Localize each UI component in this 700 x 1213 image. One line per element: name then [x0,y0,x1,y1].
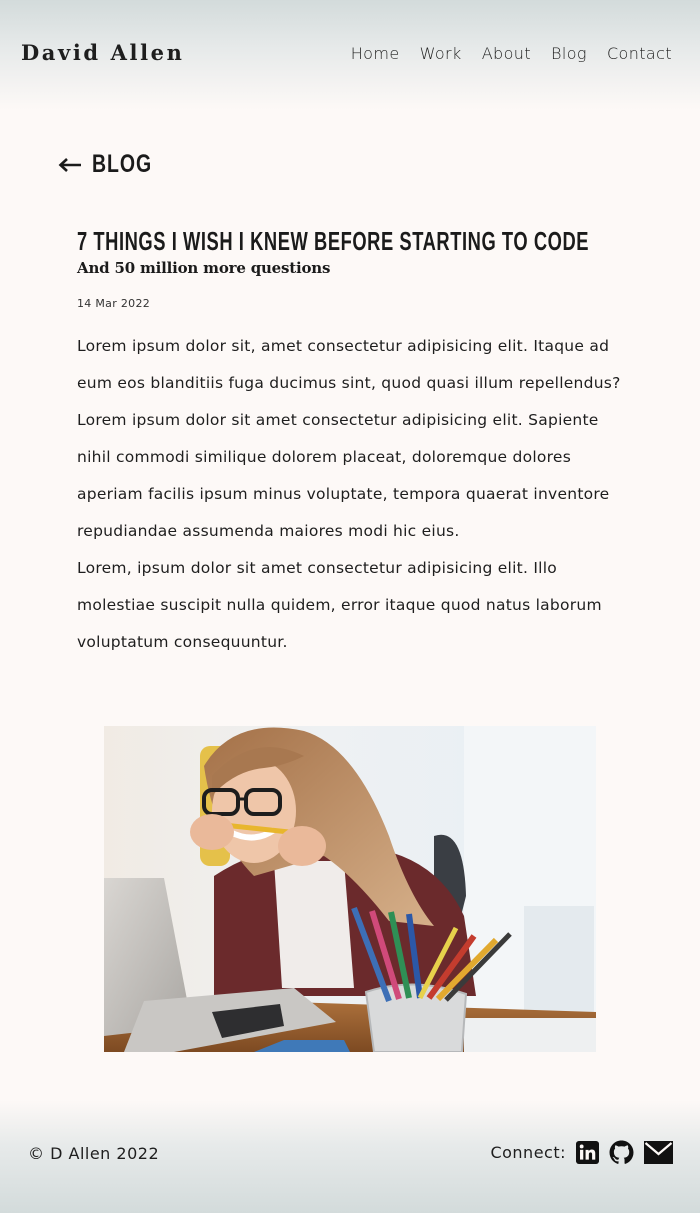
nav-blog[interactable]: Blog [551,44,587,63]
post-paragraph: Lorem ipsum dolor sit amet consectetur a… [77,411,610,540]
post-paragraph: Lorem ipsum dolor sit, amet consectetur … [77,337,621,392]
nav-contact[interactable]: Contact [607,44,672,63]
mail-icon [644,1141,673,1164]
github-link[interactable] [609,1140,634,1165]
linkedin-icon [576,1141,599,1164]
back-to-blog-link[interactable]: BLOG [58,150,169,179]
connect-label: Connect: [490,1143,566,1162]
site-brand[interactable]: David Allen [21,40,184,65]
github-icon [609,1140,634,1164]
post-date: 14 Mar 2022 [77,297,151,310]
site-header: David Allen Home Work About Blog Contact [0,0,700,110]
back-link-label: BLOG [92,150,153,178]
woman-at-laptop-illustration [104,726,596,1052]
arrow-left-icon [58,157,81,172]
nav-home[interactable]: Home [351,44,400,63]
post-image [104,726,596,1052]
post-body: Lorem ipsum dolor sit, amet consectetur … [77,328,625,661]
post-title: 7 THINGS I WISH I KNEW BEFORE STARTING T… [77,226,590,256]
footer-connect: Connect: [490,1140,673,1165]
nav-about[interactable]: About [482,44,531,63]
post-subtitle: And 50 million more questions [77,259,331,277]
mail-link[interactable] [644,1141,673,1164]
site-footer: © D Allen 2022 Connect: [0,1100,700,1213]
linkedin-link[interactable] [576,1141,599,1164]
footer-copyright: © D Allen 2022 [28,1144,160,1163]
post-paragraph: Lorem, ipsum dolor sit amet consectetur … [77,559,602,651]
main-nav: Home Work About Blog Contact [351,44,672,63]
nav-work[interactable]: Work [420,44,462,63]
blog-post: 7 THINGS I WISH I KNEW BEFORE STARTING T… [77,224,625,661]
